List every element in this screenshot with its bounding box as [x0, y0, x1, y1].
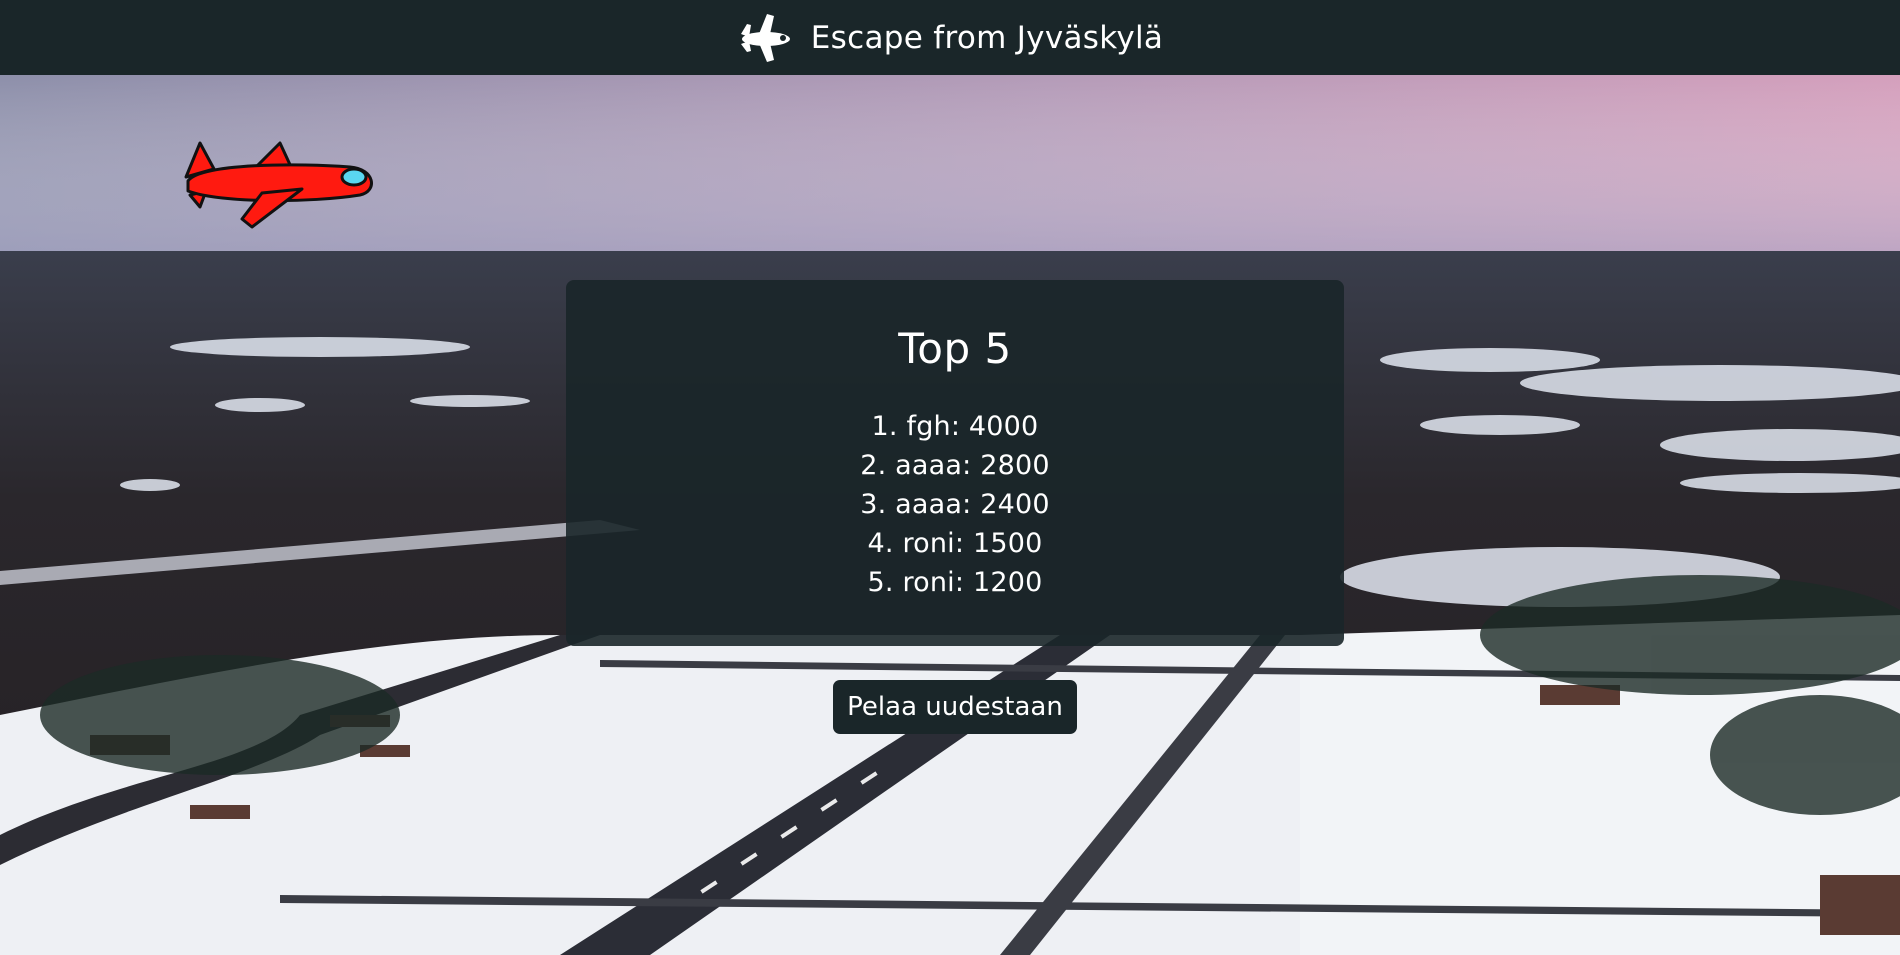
leaderboard-entry: 4. roni: 1500 [867, 528, 1043, 559]
game-scene: Top 5 1. fgh: 4000 2. aaaa: 2800 3. aaaa… [0, 75, 1900, 955]
play-again-button[interactable]: Pelaa uudestaan [833, 680, 1077, 734]
leaderboard-title: Top 5 [898, 324, 1012, 373]
red-airplane-icon [184, 141, 373, 229]
leaderboard-entry: 5. roni: 1200 [867, 567, 1043, 598]
leaderboard-panel: Top 5 1. fgh: 4000 2. aaaa: 2800 3. aaaa… [566, 280, 1344, 646]
leaderboard-list: 1. fgh: 4000 2. aaaa: 2800 3. aaaa: 2400… [566, 407, 1344, 602]
airplane-icon [737, 12, 795, 64]
leaderboard-entry: 1. fgh: 4000 [871, 411, 1039, 442]
leaderboard-entry: 2. aaaa: 2800 [860, 450, 1050, 481]
top-bar: Escape from Jyväskylä [0, 0, 1900, 75]
leaderboard-entry: 3. aaaa: 2400 [860, 489, 1050, 520]
game-title: Escape from Jyväskylä [810, 19, 1164, 56]
